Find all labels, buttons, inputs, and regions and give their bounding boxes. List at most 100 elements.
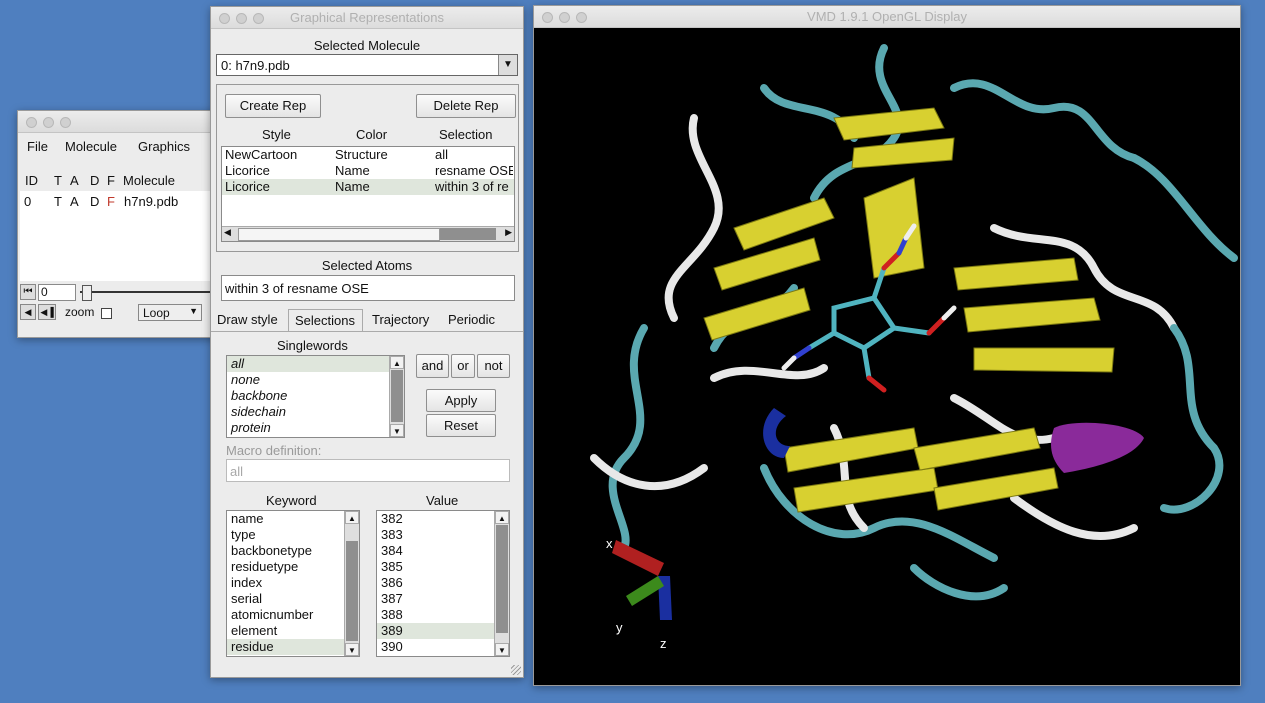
playback-controls: ◀ ◀▐ zoom Loop ▼ xyxy=(18,304,218,326)
axis-x-label: x xyxy=(606,536,613,551)
mol-id: 0 xyxy=(24,194,32,209)
list-item[interactable]: 390 xyxy=(377,639,509,655)
list-item[interactable]: serial xyxy=(227,591,359,607)
or-button[interactable]: or xyxy=(451,354,475,378)
molecule-row[interactable]: 0 T A D F h7n9.pdb xyxy=(20,194,216,210)
menu-graphics[interactable]: Graphics xyxy=(138,139,190,154)
zoom-checkbox[interactable] xyxy=(101,308,112,319)
chevron-up-icon[interactable]: ▲ xyxy=(345,511,359,524)
frame-slider-thumb[interactable] xyxy=(82,285,92,301)
display-title: VMD 1.9.1 OpenGL Display xyxy=(807,9,967,24)
tab-selections-label: Selections xyxy=(295,313,355,328)
list-item[interactable]: sidechain xyxy=(227,404,404,420)
loop-select[interactable]: Loop ▼ xyxy=(138,304,202,321)
apply-button[interactable]: Apply xyxy=(426,389,496,412)
scroll-thumb[interactable] xyxy=(391,370,403,422)
header-a: A xyxy=(70,173,79,188)
minimize-icon[interactable] xyxy=(43,117,54,128)
list-item[interactable]: residuetype xyxy=(227,559,359,575)
mol-d[interactable]: D xyxy=(90,194,99,209)
list-item[interactable]: element xyxy=(227,623,359,639)
tab-periodic[interactable]: Periodic xyxy=(448,312,495,327)
mol-t[interactable]: T xyxy=(54,194,62,209)
and-button[interactable]: and xyxy=(416,354,449,378)
rep-row[interactable]: NewCartoon Structure all xyxy=(222,147,514,163)
chevron-up-icon[interactable]: ▲ xyxy=(495,511,509,524)
scroll-thumb[interactable] xyxy=(346,541,358,641)
frame-controls: ⏮ 0 xyxy=(18,283,218,305)
list-item[interactable]: 385 xyxy=(377,559,509,575)
list-item[interactable]: 383 xyxy=(377,527,509,543)
macro-definition-input[interactable]: all xyxy=(226,459,510,482)
value-list[interactable]: 382 383 384 385 386 387 388 389 390 ▲ ▼ xyxy=(376,510,510,657)
value-label: Value xyxy=(426,493,459,508)
list-item[interactable]: backbone xyxy=(227,388,404,404)
molecule-render[interactable]: x y z xyxy=(534,28,1240,685)
list-item[interactable]: index xyxy=(227,575,359,591)
molecule-list-header: ID T A D F Molecule xyxy=(18,173,218,191)
list-item[interactable]: protein xyxy=(227,420,404,436)
chevron-up-icon[interactable]: ▲ xyxy=(390,356,404,369)
list-item[interactable]: 389 xyxy=(377,623,509,639)
list-item[interactable]: 387 xyxy=(377,591,509,607)
create-rep-button[interactable]: Create Rep xyxy=(225,94,321,118)
axis-z-label: z xyxy=(660,636,667,651)
goto-start-icon[interactable]: ⏮ xyxy=(20,284,36,300)
scroll-thumb[interactable] xyxy=(496,525,508,633)
resize-grip-icon[interactable] xyxy=(511,665,521,675)
selected-molecule-select[interactable]: 0: h7n9.pdb ▼ xyxy=(216,54,518,76)
opengl-display-window: VMD 1.9.1 OpenGL Display x y z xyxy=(533,5,1241,686)
delete-rep-button[interactable]: Delete Rep xyxy=(416,94,516,118)
hscroll-thumb[interactable] xyxy=(238,228,440,241)
frame-slider[interactable] xyxy=(80,291,218,293)
tab-draw-style[interactable]: Draw style xyxy=(217,312,278,327)
mol-f[interactable]: F xyxy=(107,194,115,209)
list-item[interactable]: 382 xyxy=(377,511,509,527)
mol-a[interactable]: A xyxy=(70,194,79,209)
tab-trajectory[interactable]: Trajectory xyxy=(372,312,429,327)
singlewords-list[interactable]: all none backbone sidechain protein ▲ ▼ xyxy=(226,355,405,438)
molecule-list[interactable]: 0 T A D F h7n9.pdb xyxy=(20,191,216,281)
zoom-icon[interactable] xyxy=(60,117,71,128)
rep-row-selected[interactable]: Licorice Name within 3 of re xyxy=(222,179,514,195)
display-titlebar: VMD 1.9.1 OpenGL Display xyxy=(534,6,1240,28)
value-scrollbar[interactable]: ▲ ▼ xyxy=(494,511,509,656)
menu-molecule[interactable]: Molecule xyxy=(65,139,117,154)
not-button[interactable]: not xyxy=(477,354,510,378)
list-item[interactable]: backbonetype xyxy=(227,543,359,559)
list-item[interactable]: 384 xyxy=(377,543,509,559)
list-item[interactable]: name xyxy=(227,511,359,527)
reps-table[interactable]: NewCartoon Structure all Licorice Name r… xyxy=(221,146,515,242)
chevron-down-icon[interactable]: ▼ xyxy=(345,643,359,656)
chevron-down-icon[interactable]: ▼ xyxy=(498,55,517,75)
rep-row[interactable]: Licorice Name resname OSE xyxy=(222,163,514,179)
list-item[interactable]: all xyxy=(227,356,404,372)
list-item[interactable]: none xyxy=(227,372,404,388)
keyword-list[interactable]: name type backbonetype residuetype index… xyxy=(226,510,360,657)
singlewords-scrollbar[interactable]: ▲ ▼ xyxy=(389,356,404,437)
step-back-icon[interactable]: ◀ xyxy=(20,304,36,320)
chevron-down-icon[interactable]: ▼ xyxy=(390,424,404,437)
list-item[interactable]: type xyxy=(227,527,359,543)
list-item[interactable]: 386 xyxy=(377,575,509,591)
chevron-left-icon[interactable]: ◀ xyxy=(224,227,231,238)
list-item[interactable]: residue xyxy=(227,639,359,655)
loop-value: Loop xyxy=(143,306,170,320)
play-back-icon[interactable]: ◀▐ xyxy=(38,304,56,320)
selected-atoms-input[interactable]: within 3 of resname OSE xyxy=(221,275,515,301)
reps-hscrollbar[interactable]: ◀ ▶ xyxy=(222,226,514,241)
keyword-scrollbar[interactable]: ▲ ▼ xyxy=(344,511,359,656)
list-item[interactable]: atomicnumber xyxy=(227,607,359,623)
menu-file[interactable]: File xyxy=(27,139,48,154)
chevron-down-icon: ▼ xyxy=(189,306,198,316)
chevron-right-icon[interactable]: ▶ xyxy=(505,227,512,238)
reset-button[interactable]: Reset xyxy=(426,414,496,437)
tab-selections[interactable]: Selections xyxy=(288,309,363,331)
col-color: Color xyxy=(356,127,388,142)
close-icon[interactable] xyxy=(26,117,37,128)
header-id: ID xyxy=(25,173,38,188)
frame-input[interactable]: 0 xyxy=(38,284,76,301)
chevron-down-icon[interactable]: ▼ xyxy=(495,643,509,656)
header-molecule: Molecule xyxy=(123,173,176,188)
list-item[interactable]: 388 xyxy=(377,607,509,623)
